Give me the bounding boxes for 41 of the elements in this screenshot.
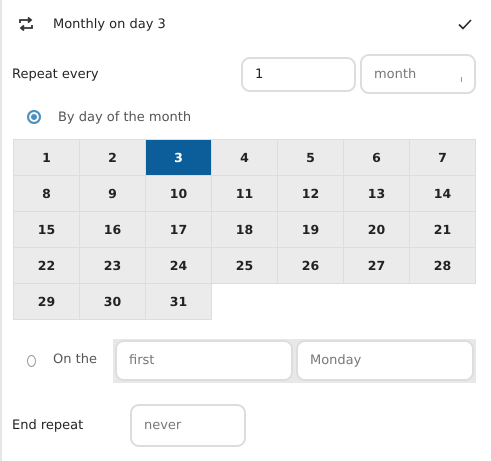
unit-dropdown[interactable]: month: [360, 54, 476, 94]
option-label: By day of the month: [58, 110, 192, 124]
option-label: On the: [53, 352, 97, 366]
day-cell[interactable]: 23: [80, 248, 145, 283]
day-cell[interactable]: 28: [410, 248, 475, 283]
day-cell[interactable]: 26: [278, 248, 343, 283]
day-cell[interactable]: 22: [14, 248, 79, 283]
day-cell[interactable]: 11: [212, 176, 277, 211]
day-cell[interactable]: 1: [14, 140, 79, 175]
day-cell[interactable]: 2: [80, 140, 145, 175]
interval-field[interactable]: 1: [241, 56, 356, 92]
day-cell[interactable]: 5: [278, 140, 343, 175]
day-cell[interactable]: 31: [146, 284, 211, 319]
day-cell[interactable]: 21: [410, 212, 475, 247]
day-cell[interactable]: 27: [344, 248, 409, 283]
day-cell[interactable]: 13: [344, 176, 409, 211]
day-cell[interactable]: 15: [14, 212, 79, 247]
day-cell[interactable]: 4: [212, 140, 277, 175]
end-repeat-dropdown[interactable]: never: [130, 404, 246, 447]
day-cell[interactable]: 24: [146, 248, 211, 283]
day-cell[interactable]: 25: [212, 248, 277, 283]
day-cell[interactable]: 3: [146, 140, 211, 175]
day-cell[interactable]: 20: [344, 212, 409, 247]
day-cell[interactable]: 8: [14, 176, 79, 211]
day-cell[interactable]: 10: [146, 176, 211, 211]
recurrence-title: Monthly on day 3: [53, 16, 167, 32]
day-cell[interactable]: 16: [80, 212, 145, 247]
repeat-every-label: Repeat every: [12, 66, 100, 82]
day-cell[interactable]: 18: [212, 212, 277, 247]
day-cell[interactable]: 9: [80, 176, 145, 211]
day-cell[interactable]: 30: [80, 284, 145, 319]
day-cell[interactable]: 17: [146, 212, 211, 247]
day-cell[interactable]: 14: [410, 176, 475, 211]
day-cell[interactable]: 29: [14, 284, 79, 319]
day-cell[interactable]: 7: [410, 140, 475, 175]
ordinal-dropdown[interactable]: first: [115, 340, 293, 381]
day-cell[interactable]: 6: [344, 140, 409, 175]
weekday-dropdown[interactable]: Monday: [296, 340, 474, 381]
day-cell[interactable]: 19: [278, 212, 343, 247]
day-cell[interactable]: 12: [278, 176, 343, 211]
end-repeat-label: End repeat: [12, 418, 84, 433]
